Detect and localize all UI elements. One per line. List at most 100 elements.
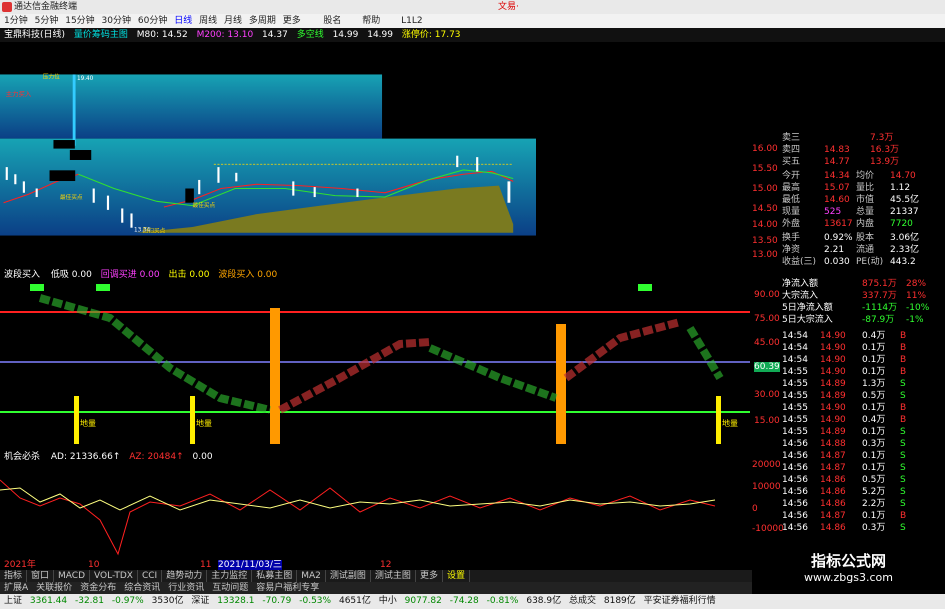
candle (49, 170, 76, 182)
candle (35, 188, 38, 198)
quote-label: PE(动) (856, 257, 884, 267)
candle (507, 181, 511, 203)
period-button[interactable]: 30分钟 (102, 16, 131, 26)
period-button[interactable]: 多周期 (249, 16, 276, 26)
period-button-active[interactable]: 日线 (174, 16, 192, 26)
tab-ma2[interactable]: MA2 (297, 570, 326, 582)
indicator-panel-opportunity[interactable] (0, 450, 752, 560)
quote-label: 外盘 (782, 219, 801, 229)
period-bar: 1分钟 5分钟 15分钟 30分钟 60分钟 日线 周线 月线 多周期 更多 (0, 14, 310, 28)
tab-test-main[interactable]: 测试主图 (371, 570, 416, 582)
ind2-value: 0.00 (192, 452, 213, 462)
ind1-label: 波段买入 (218, 270, 255, 280)
ind1-bar-yellow (74, 396, 79, 444)
indicator-panel-wave[interactable]: 地量 地量 地量 (0, 268, 752, 450)
tab-related[interactable]: 关联报价 (32, 582, 76, 594)
menu-item[interactable]: 帮助 (362, 14, 380, 28)
high-price-label: 19.40 (77, 76, 94, 82)
tab-trend[interactable]: 趋势动力 (162, 570, 208, 582)
tab-qa[interactable]: 互动问题 (208, 582, 252, 594)
candle (69, 150, 92, 160)
candle (198, 179, 201, 195)
tick-v: 0.3万 (862, 523, 886, 533)
tab-benefit[interactable]: 容易户福利专享 (252, 582, 323, 594)
zx-pct: -0.81% (486, 596, 519, 606)
app-logo-icon (2, 2, 12, 12)
zx-label: 中小 (378, 596, 397, 606)
tab-news[interactable]: 综合资讯 (120, 582, 164, 594)
period-button[interactable]: 15分钟 (65, 16, 94, 26)
main-price-scale: 16.00 15.50 15.00 14.50 14.00 13.50 13.0… (752, 132, 778, 268)
main-kline-chart[interactable]: 主力买入 19.40 13.34 最佳买点 最佳买点 回归买点 压力位 (0, 42, 536, 268)
menu-item[interactable]: L1L2 (401, 14, 422, 28)
ind1-signal-box (638, 284, 652, 291)
tab-cci[interactable]: CCI (138, 570, 163, 582)
candle (292, 181, 295, 196)
info-tabbar: 扩展A 关联报价 资金分布 综合资讯 行业资讯 互动问题 容易户福利专享 (0, 582, 752, 594)
market-status-bar: 上证 3361.44 -32.81 -0.97% 3530亿 深证 13328.… (0, 594, 945, 609)
tick-t: 14:56 (782, 523, 808, 533)
watermark: 指标公式网 www.zbgs3.com (752, 540, 945, 594)
period-button[interactable]: 更多 (283, 16, 301, 26)
tab-window[interactable]: 窗口 (27, 570, 55, 582)
period-button[interactable]: 1分钟 (4, 16, 28, 26)
quote-value: 13617 (824, 219, 853, 229)
period-button[interactable]: 周线 (199, 16, 217, 26)
tab-extend[interactable]: 扩展A (0, 582, 32, 594)
price-tick: 16.00 (752, 144, 778, 154)
tab-private[interactable]: 私募主图 (252, 570, 298, 582)
candle (313, 187, 316, 198)
tab-monitor[interactable]: 主力监控 (207, 570, 253, 582)
tab-fund[interactable]: 资金分布 (76, 582, 120, 594)
sz-label: 深证 (191, 596, 210, 606)
candle (456, 155, 459, 168)
tick-row: 14:56 14.86 0.3万 S (780, 522, 945, 535)
indicator-name[interactable]: 量价筹码主图 (74, 28, 128, 42)
pressure-level-label: 压力位 (43, 73, 60, 81)
tick-table[interactable]: 14:54 14.90 0.4万 B 14:54 14.90 0.1万 B 14:54 14.90… (780, 330, 928, 540)
quote-value: 0.030 (824, 257, 850, 267)
main-buy-label: 主力买入 (6, 89, 32, 98)
period-button[interactable]: 5分钟 (35, 16, 59, 26)
candle (22, 181, 25, 193)
flow-pct: -1% (906, 315, 924, 325)
tab-settings[interactable]: 设置 (443, 570, 470, 582)
candle (121, 208, 124, 223)
candle (72, 74, 76, 146)
ind1-bar-orange (556, 324, 566, 444)
bullbear-value2: 14.99 (367, 30, 393, 40)
candle (476, 157, 479, 172)
price-tick: 14.00 (752, 220, 778, 230)
ind1-bar-yellow (716, 396, 721, 444)
ind1-mark-label: 地量 (196, 418, 212, 428)
limit-up-price: 涨停价: 17.73 (401, 30, 461, 40)
tab-vol[interactable]: VOL-TDX (90, 570, 138, 582)
tab-test-sub[interactable]: 测试副图 (326, 570, 371, 582)
broker-label[interactable]: 平安证券福利行情 (644, 594, 716, 609)
candle (5, 167, 8, 180)
ind2-az-value: AZ: 20484↑ (129, 452, 184, 462)
scale-tick: 15.00 (754, 416, 780, 426)
ind1-name[interactable]: 波段买入 (4, 270, 40, 280)
ind1-label: 出击 (168, 270, 187, 280)
total-value: 8189亿 (603, 596, 636, 606)
quote-row: 买五 14.77 13.9万 (780, 156, 945, 169)
scale-tick: -10000 (752, 524, 784, 534)
ind2-name[interactable]: 机会必杀 (4, 452, 40, 462)
sh-pct: -0.97% (111, 596, 144, 606)
total-label: 总成交 (568, 596, 596, 606)
ind1-header: 波段买入 低吸 0.00 回调买进 0.00 出击 0.00 波段买入 0.00 (4, 270, 277, 280)
tab-industry[interactable]: 行业资讯 (164, 582, 208, 594)
period-button[interactable]: 60分钟 (138, 16, 167, 26)
tab-macd[interactable]: MACD (54, 570, 91, 582)
tab-more[interactable]: 更多 (416, 570, 443, 582)
quote-panel: 卖三 7.3万 卖四 14.83 16.3万 买五 14.77 13.9万 今开 14.34… (780, 132, 928, 277)
stock-info-bar: 宝鼎科技(日线) 量价筹码主图 M80: 14.52 M200: 13.10 1… (0, 28, 945, 42)
tab-indicator[interactable]: 指标 (0, 570, 28, 582)
quote-value: 14.77 (824, 157, 850, 167)
sh-amount: 3530亿 (151, 596, 184, 606)
sh-change: -32.81 (74, 596, 104, 606)
period-button[interactable]: 月线 (224, 16, 242, 26)
candle (235, 172, 238, 182)
menu-item[interactable]: 股名 (323, 14, 341, 28)
